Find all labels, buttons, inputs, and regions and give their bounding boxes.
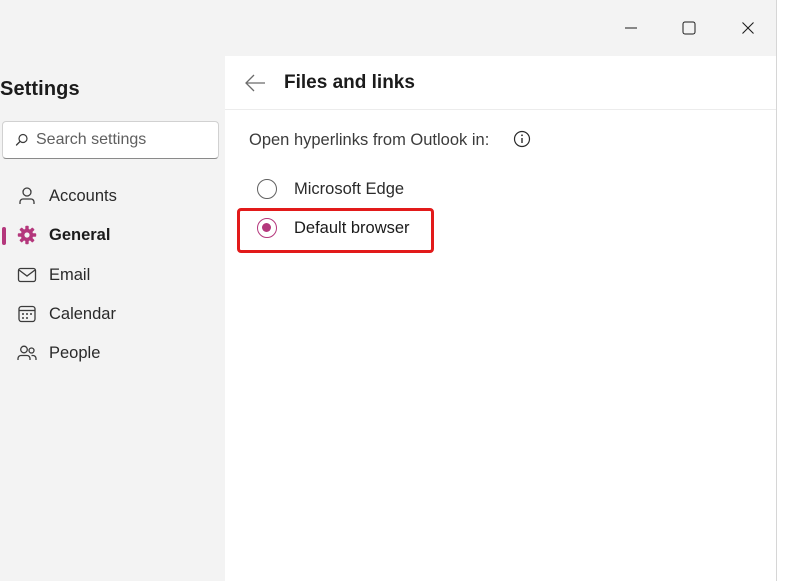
back-button[interactable] [241,70,269,96]
radio-button[interactable] [257,179,277,199]
window-border [776,0,777,581]
content-header: Files and links [225,56,776,110]
sidebar-item-people[interactable]: People [0,336,222,370]
sidebar-item-label: Calendar [49,305,116,323]
sidebar-item-label: General [49,226,111,244]
outlook-settings-window: Settings Accounts [0,0,776,581]
maximize-icon [682,21,696,35]
arrow-left-icon [245,74,265,92]
mail-icon [17,267,37,283]
sidebar-item-label: Accounts [49,187,117,205]
window-right-edge [776,0,785,581]
hyperlinks-setting-label: Open hyperlinks from Outlook in: [249,131,490,149]
option-default-browser[interactable]: Default browser [257,214,457,244]
info-icon[interactable] [513,130,531,148]
close-icon [742,22,754,34]
search-icon [15,133,28,146]
calendar-icon [18,305,36,323]
sidebar-item-label: Email [49,266,91,284]
page-title: Files and links [284,72,415,93]
sidebar-item-general[interactable]: General [0,218,222,252]
maximize-button[interactable] [666,8,712,48]
sidebar-item-accounts[interactable]: Accounts [0,179,222,213]
minimize-button[interactable] [608,8,654,48]
radio-dot [262,223,271,232]
close-button[interactable] [725,8,771,48]
sidebar-item-email[interactable]: Email [0,258,222,292]
option-label: Default browser [294,219,410,237]
gear-icon [17,225,37,245]
sidebar-item-calendar[interactable]: Calendar [0,297,222,331]
search-box[interactable] [2,121,219,159]
settings-sidebar: Settings Accounts [0,56,225,581]
radio-button-selected[interactable] [257,218,277,238]
settings-content-pane: Files and links Open hyperlinks from Out… [225,56,776,581]
option-microsoft-edge[interactable]: Microsoft Edge [257,175,457,205]
active-indicator [2,227,6,245]
person-icon [19,187,35,204]
people-icon [17,345,37,360]
sidebar-title: Settings [0,78,80,100]
option-label: Microsoft Edge [294,180,405,198]
title-bar [0,0,776,56]
search-input[interactable] [36,128,211,152]
sidebar-item-label: People [49,344,101,362]
minimize-icon [625,27,637,29]
